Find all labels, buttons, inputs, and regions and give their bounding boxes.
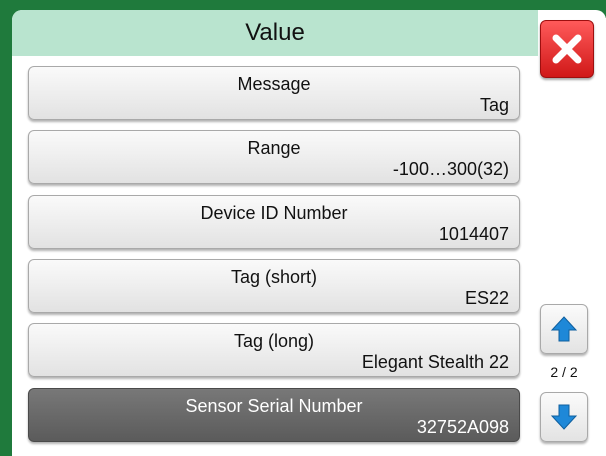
row-label: Sensor Serial Number	[185, 396, 363, 416]
page-title-text: Value	[245, 19, 305, 46]
row-range[interactable]: Range -100…300(32)	[28, 130, 520, 184]
arrow-down-icon	[550, 404, 578, 430]
row-value: 1014407	[438, 224, 509, 244]
row-value: ES22	[464, 288, 509, 308]
row-tag-short[interactable]: Tag (short) ES22	[28, 259, 520, 313]
page-indicator: 2 / 2	[550, 364, 578, 380]
row-value: 32752A098	[416, 417, 509, 437]
page-up-button[interactable]	[540, 304, 588, 354]
arrow-up-icon	[550, 316, 578, 342]
row-value: Elegant Stealth 22	[361, 352, 509, 372]
row-label: Tag (long)	[233, 331, 315, 351]
row-value: Tag	[479, 95, 509, 115]
row-sensor-serial-number[interactable]: Sensor Serial Number 32752A098	[28, 388, 520, 442]
row-label: Device ID Number	[200, 203, 348, 223]
row-message[interactable]: Message Tag	[28, 66, 520, 120]
page-down-button[interactable]	[540, 392, 588, 442]
close-button[interactable]	[540, 20, 594, 78]
close-icon	[552, 34, 582, 64]
row-tag-long[interactable]: Tag (long) Elegant Stealth 22	[28, 323, 520, 377]
row-label: Range	[247, 138, 301, 158]
row-value: -100…300(32)	[392, 159, 509, 179]
page-title: Value	[12, 10, 538, 56]
row-label: Tag (short)	[230, 267, 318, 287]
row-label: Message	[237, 74, 311, 94]
row-device-id-number[interactable]: Device ID Number 1014407	[28, 195, 520, 249]
